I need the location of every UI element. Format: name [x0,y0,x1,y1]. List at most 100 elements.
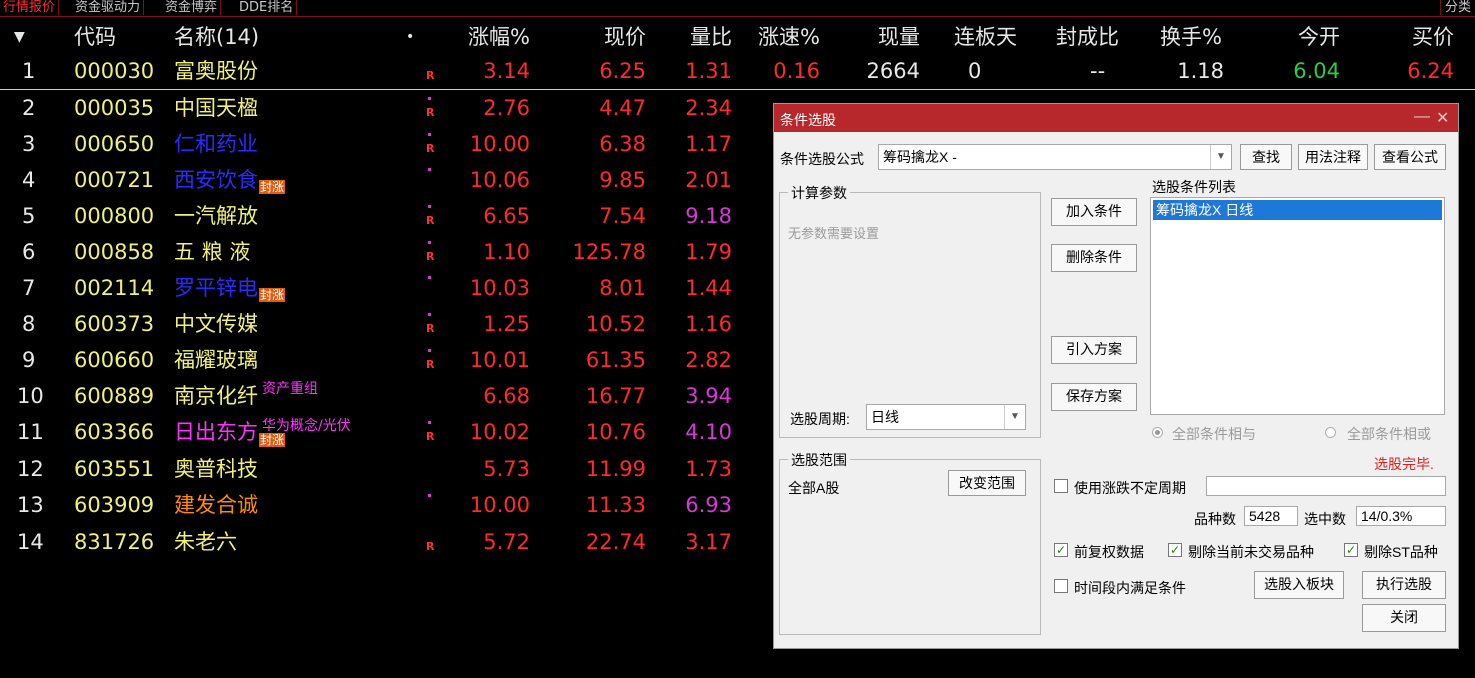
row-number: 4 [22,168,36,192]
period-cond-label: 时间段内满足条件 [1074,580,1186,596]
row-number: 10 [17,384,44,408]
speed: 0.16 [773,59,820,83]
row-number: 11 [17,420,44,444]
header-speed[interactable]: 涨速% [740,22,820,52]
header-seal-ratio[interactable]: 封成比 [1056,22,1119,52]
period-cond-checkbox[interactable] [1054,579,1068,593]
use-period-label: 使用涨跌不定周期 [1074,480,1186,496]
limit-up-badge: 封涨 [259,180,286,194]
row-number: 5 [22,204,36,228]
limit-up-badge: 封涨 [259,433,286,447]
usage-notes-button[interactable]: 用法注释 [1298,144,1368,170]
volume-ratio: 1.17 [685,132,732,156]
condition-list[interactable]: 筹码擒龙X 日线 [1150,197,1445,415]
r-tag: R [426,214,435,227]
price: 10.76 [585,420,646,444]
concept-note: 资产重组 [262,381,318,397]
minimize-icon[interactable]: — [1414,108,1430,126]
stock-code: 000650 [74,132,155,156]
delete-condition-button[interactable]: 删除条件 [1051,244,1137,272]
row-number: 2 [22,96,36,120]
save-scheme-button[interactable]: 保存方案 [1051,383,1137,411]
price: 7.54 [599,204,646,228]
header-volume-ratio[interactable]: 量比 [660,22,732,52]
stock-code: 600373 [74,312,155,336]
stock-code: 831726 [74,530,155,554]
header-open[interactable]: 今开 [1260,22,1340,52]
exclude-st-checkbox[interactable]: ✓ [1344,543,1358,557]
tab-quotes[interactable]: 行情报价 [0,0,60,15]
change-pct: 10.00 [469,132,530,156]
close-icon[interactable]: ✕ [1436,108,1449,128]
execute-button[interactable]: 执行选股 [1362,571,1446,599]
fq-checkbox[interactable]: ✓ [1054,543,1068,557]
view-formula-button[interactable]: 查看公式 [1374,144,1446,170]
change-range-button[interactable]: 改变范围 [948,470,1026,496]
radio-and[interactable] [1152,427,1163,438]
price: 8.01 [599,276,646,300]
header-code[interactable]: 代码 [74,22,116,52]
radio-and-label[interactable]: 全部条件相与 [1172,424,1256,444]
change-pct: 10.06 [469,168,530,192]
tab-capital-game[interactable]: 资金博弈 [162,0,222,15]
formula-select[interactable]: 筹码擒龙X - ▼ [878,144,1232,170]
header-change-pct[interactable]: 涨幅% [440,22,530,52]
stock-name: 西安饮食 [174,168,258,192]
r-tag: R [426,358,435,371]
volume-ratio: 3.17 [685,530,732,554]
dialog-titlebar[interactable]: 条件选股 — ✕ [774,104,1458,132]
stock-code: 000800 [74,204,155,228]
find-button[interactable]: 查找 [1240,144,1292,170]
close-button[interactable]: 关闭 [1362,604,1446,632]
price: 9.85 [599,168,646,192]
price: 6.25 [599,59,646,83]
r-tag: R [426,540,435,553]
to-block-button[interactable]: 选股入板块 [1254,571,1344,599]
header-price[interactable]: 现价 [560,22,646,52]
stock-name: 仁和药业 [174,132,258,156]
sort-icon[interactable]: ▼ [14,22,25,52]
price: 125.78 [572,240,646,264]
count-value: 5428 [1244,506,1298,526]
volume-ratio: 1.79 [685,240,732,264]
chevron-down-icon[interactable]: ▼ [1004,405,1025,429]
range-caption: 选股范围 [788,450,850,470]
range-value: 全部A股 [788,480,840,496]
dot-marker [428,276,431,279]
import-scheme-button[interactable]: 引入方案 [1051,336,1137,364]
stock-name: 一汽解放 [174,204,258,228]
radio-or-label[interactable]: 全部条件相或 [1347,424,1431,444]
table-row[interactable]: 1 000030 富奥股份 R 3.14 6.25 1.31 0.16 2664… [0,53,1475,90]
period-input[interactable] [1206,476,1446,496]
condition-list-caption: 选股条件列表 [1152,179,1236,195]
condition-list-item[interactable]: 筹码擒龙X 日线 [1153,200,1442,220]
header-name[interactable]: 名称(14) [174,22,259,52]
use-period-checkbox[interactable] [1054,479,1068,493]
row-number: 14 [17,530,44,554]
header-bid[interactable]: 买价 [1380,22,1454,52]
tab-category[interactable]: 分类 [1439,0,1475,15]
range-group: 选股范围 全部A股 改变范围 [779,450,1041,635]
stock-name: 建发合诚 [174,493,258,517]
dot-marker [428,313,431,316]
stock-code: 603909 [74,493,155,517]
stock-name: 中文传媒 [174,312,258,336]
formula-label: 条件选股公式 [780,151,864,167]
header-current-volume[interactable]: 现量 [840,22,920,52]
dot-marker [428,133,431,136]
row-number: 8 [22,312,36,336]
volume-ratio: 6.93 [685,493,732,517]
r-tag: R [426,322,435,335]
exclude-untraded-checkbox[interactable]: ✓ [1168,543,1182,557]
chevron-down-icon[interactable]: ▼ [1210,145,1231,169]
params-group: 计算参数 无参数需要设置 选股周期: 日线 ▼ [779,183,1041,438]
add-condition-button[interactable]: 加入条件 [1051,198,1137,226]
header-limit-days[interactable]: 连板天 [954,22,1017,52]
tab-capital-drive[interactable]: 资金驱动力 [72,0,145,15]
period-select[interactable]: 日线 ▼ [866,404,1026,430]
stock-name: 日出东方 [174,420,258,444]
header-turnover[interactable]: 换手% [1160,22,1222,52]
tab-dde-rank[interactable]: DDE排名 [236,0,298,15]
concept-note: 华为概念/光伏 [262,418,351,434]
radio-or[interactable] [1325,427,1336,438]
